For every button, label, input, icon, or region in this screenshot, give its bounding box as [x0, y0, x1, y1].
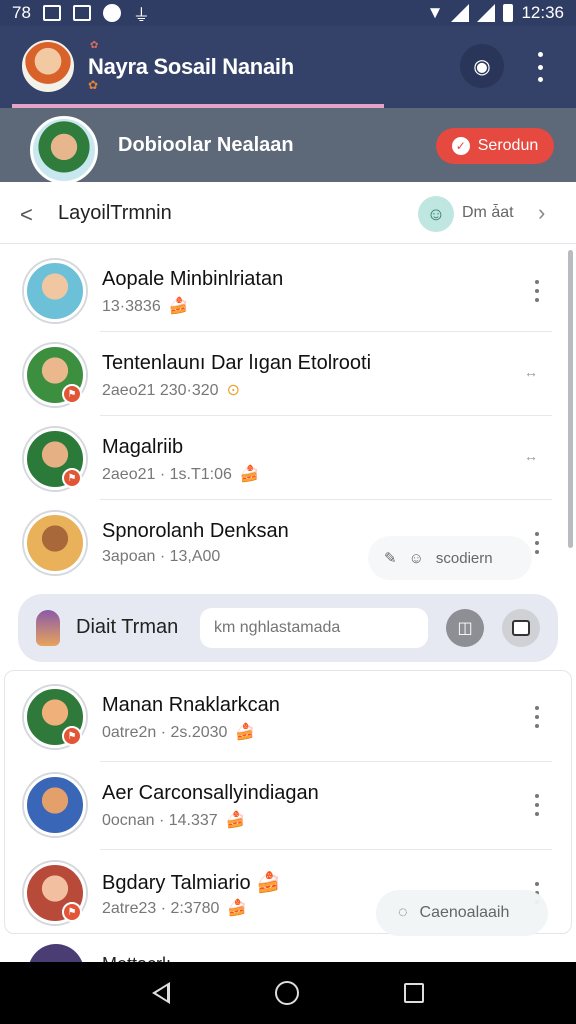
- badge-icon: ⚑: [62, 726, 82, 746]
- badge-icon: ⚑: [62, 468, 82, 488]
- conversation-meta: 13·3836 🍰: [102, 296, 189, 316]
- quick-actions-pill[interactable]: ✎ ☺ scodiern: [368, 536, 532, 580]
- avatar[interactable]: [24, 774, 86, 836]
- conversation-meta: 2atre23 · 2:3780 🍰: [102, 898, 247, 918]
- conversation-name: Bgdary Talmiario 🍰: [102, 872, 282, 894]
- profile-avatar[interactable]: [22, 40, 74, 92]
- app-bar: ✿ Nayra Sosail Nanaih ✿ ◉: [0, 26, 576, 108]
- sticker-icon[interactable]: [36, 610, 60, 646]
- dm-label[interactable]: Dm ǡat: [462, 204, 514, 222]
- compose-pill[interactable]: ◌ Caenoalaaih: [376, 890, 548, 936]
- list-item[interactable]: Aer Carconsallyindiagan 0ocnan · 14.337 🍰: [0, 762, 566, 846]
- chat-button[interactable]: ◉: [460, 44, 504, 88]
- dm-icon[interactable]: ☺: [418, 196, 454, 232]
- meta-text: 13·3836: [102, 298, 161, 315]
- group-name: Dobioolar Nealaan: [118, 134, 294, 156]
- gallery-icon: [42, 5, 61, 21]
- list-item[interactable]: ⚑ Manan Rnaklarkcan 0atre2n · 2s.2030 🍰: [0, 674, 566, 758]
- meta-text: 0ocnan · 14.337: [102, 812, 218, 829]
- battery-icon: [503, 4, 514, 22]
- meta-text: 2atre23 · 2:3780: [102, 900, 220, 917]
- avatar[interactable]: [24, 512, 86, 574]
- status-bar: 78 ⏚ ▼ 12:36: [0, 0, 576, 26]
- more-menu-button[interactable]: [528, 52, 552, 82]
- list-item[interactable]: ⚑ Tentenlaunı Dar lıgan Etolrooti 2aeo21 2…: [0, 332, 566, 416]
- swap-icon[interactable]: ↔: [524, 364, 538, 380]
- conversation-meta: 0atre2n · 2s.2030 🍰: [102, 722, 255, 742]
- swap-icon[interactable]: ↔: [524, 448, 538, 464]
- conversation-name: Tentenlaunı Dar lıgan Etolrooti: [102, 352, 372, 374]
- input-label: Diait Trman: [76, 616, 179, 638]
- group-action-button[interactable]: ✓ Serodun: [436, 128, 554, 164]
- message-input-bar: Diait Trman ◫: [18, 594, 558, 662]
- chat-icon: ◉: [473, 55, 491, 78]
- app-title: Nayra Sosail Nanaih: [88, 54, 294, 79]
- group-action-label: Serodun: [477, 137, 539, 154]
- meta-emoji: ⊙: [226, 382, 240, 399]
- badge-icon: ⚑: [62, 384, 82, 404]
- camera-button[interactable]: ◫: [446, 609, 484, 647]
- gallery-button[interactable]: [502, 609, 540, 647]
- app-icon: [72, 5, 91, 21]
- message-input[interactable]: [200, 608, 428, 648]
- conversation-meta: 2aeo21 · 1s.T1:06 🍰: [102, 464, 260, 484]
- conversation-meta: 0ocnan · 14.337 🍰: [102, 810, 246, 830]
- group-avatar[interactable]: [30, 116, 98, 184]
- signal-icon: [451, 4, 470, 22]
- conversation-name: Spnorolanh Denksan: [102, 520, 289, 542]
- decoration-icon: ✿: [90, 40, 99, 51]
- meta-emoji: 🍰: [227, 900, 248, 917]
- notification-icon: [102, 4, 121, 22]
- home-icon[interactable]: [274, 981, 299, 1005]
- meta-text: 2aeo21 230·320: [102, 382, 219, 399]
- row-more-button[interactable]: [534, 794, 540, 816]
- toolbar: < LayoilTrmnin ☺ Dm ǡat ›: [0, 182, 576, 244]
- check-icon: ✓: [451, 137, 470, 155]
- chevron-right-icon[interactable]: ›: [538, 200, 545, 226]
- conversation-name: Aer Carconsallyindiagan: [102, 782, 319, 804]
- meta-emoji: 🍰: [235, 724, 256, 741]
- meta-emoji: 🍰: [168, 298, 189, 315]
- avatar[interactable]: [24, 260, 86, 322]
- list-item[interactable]: ⚑ Magalriib 2aeo21 · 1s.T1:06 🍰 ↔: [0, 416, 566, 500]
- meta-text: 2aeo21 · 1s.T1:06: [102, 466, 232, 483]
- navigation-bar: [0, 962, 576, 1024]
- list-item[interactable]: Aopale Minbinlriatan 13·3836 🍰: [0, 248, 566, 332]
- quick-action-label[interactable]: scodiern: [436, 550, 493, 567]
- share-icon[interactable]: <: [20, 202, 33, 228]
- image-icon: [512, 620, 530, 636]
- conversation-name: Magalriib: [102, 436, 184, 458]
- compose-label: Caenoalaaih: [419, 904, 510, 921]
- badge-icon: ⚑: [62, 902, 82, 922]
- meta-emoji: 🍰: [225, 812, 246, 829]
- recents-icon[interactable]: [403, 983, 424, 1003]
- conversation-name: Aopale Minbinlriatan: [102, 268, 284, 290]
- status-text: 78: [12, 3, 31, 22]
- row-more-button[interactable]: [534, 280, 540, 302]
- toolbar-title: LayoilTrmnin: [58, 202, 172, 224]
- signal-icon-2: [477, 4, 496, 22]
- group-header: Dobioolar Nealaan ✓ Serodun: [0, 108, 576, 184]
- conversation-meta: 3apoan · 13,A00: [102, 548, 220, 566]
- wifi-icon: ▼: [426, 3, 444, 22]
- row-more-button[interactable]: [534, 706, 540, 728]
- conversation-meta: 2aeo21 230·320 ⊙: [102, 380, 240, 400]
- chat-bubble-icon: ◌: [398, 904, 408, 921]
- meta-emoji: 🍰: [239, 466, 260, 483]
- conversation-name: Manan Rnaklarkcan: [102, 694, 280, 716]
- meta-text: 3apoan · 13,A00: [102, 548, 221, 565]
- row-more-button[interactable]: [534, 532, 540, 554]
- edit-icon[interactable]: ✎: [384, 549, 397, 567]
- usb-icon: ⏚: [132, 5, 150, 25]
- back-icon[interactable]: [152, 982, 171, 1004]
- decoration-icon-2: ✿: [88, 78, 99, 92]
- scrollbar[interactable]: [568, 250, 573, 548]
- clock: 12:36: [521, 3, 564, 22]
- meta-text: 0atre2n · 2s.2030: [102, 724, 228, 741]
- smile-icon[interactable]: ☺: [409, 550, 424, 567]
